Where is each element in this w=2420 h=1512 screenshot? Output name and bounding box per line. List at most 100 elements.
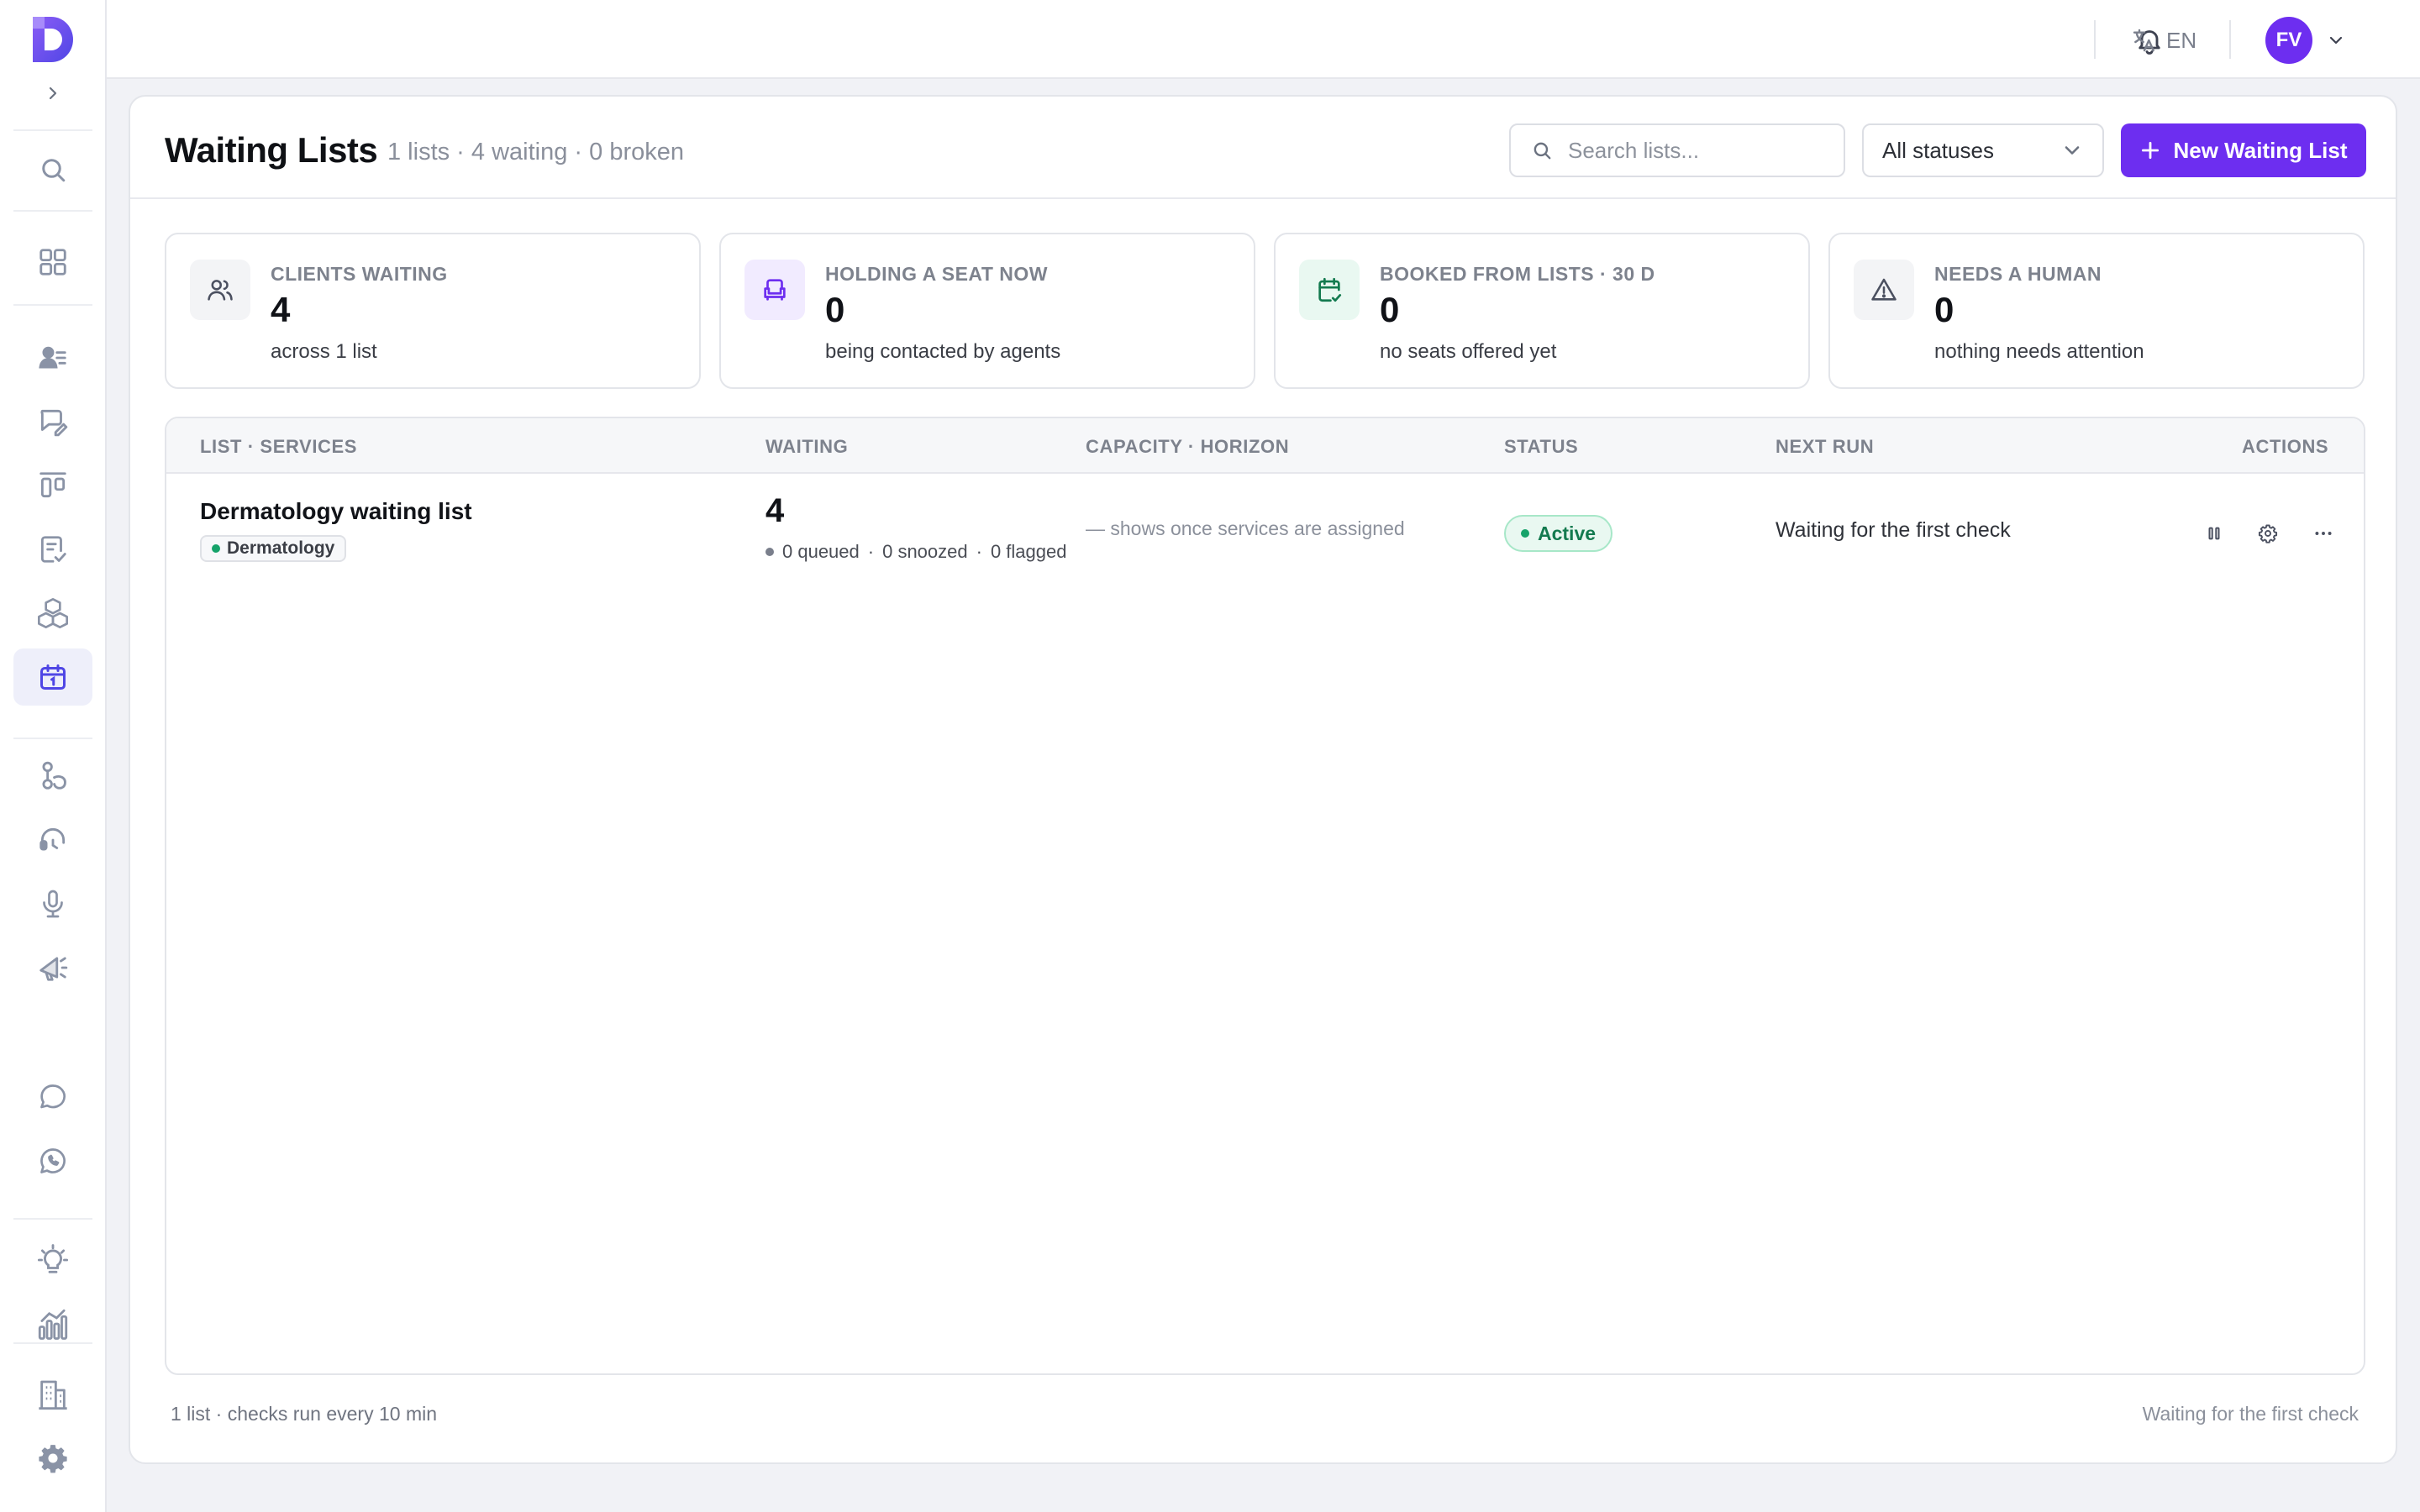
gear-icon: [2258, 524, 2278, 543]
column-header-status[interactable]: STATUS: [1504, 436, 1578, 458]
column-header-next-run[interactable]: NEXT RUN: [1776, 436, 1874, 458]
new-waiting-list-label: New Waiting List: [2173, 137, 2348, 163]
column-header-actions: ACTIONS: [2242, 436, 2329, 457]
footer-summary: 1 list · checks run every 10 min: [171, 1403, 438, 1425]
search-icon: [42, 159, 66, 182]
new-waiting-list-button[interactable]: New Waiting List: [2121, 123, 2366, 177]
next-run: Waiting for the first check: [1776, 518, 2011, 542]
sidebar-item-dashboard[interactable]: [13, 234, 92, 291]
sidebar-divider: [13, 210, 92, 212]
stat-value: 4: [271, 290, 291, 329]
top-bar: [107, 0, 2420, 79]
status-filter-value: All statuses: [1882, 137, 1994, 163]
sidebar-item-voice[interactable]: [13, 875, 92, 932]
avatar[interactable]: FV: [2265, 17, 2312, 64]
stat-label: CLIENTS WAITING: [271, 263, 448, 285]
stat-card-needs-human: NEEDS A HUMAN 0 nothing needs attention: [1828, 233, 2365, 389]
sidebar-divider: [13, 1342, 92, 1344]
stat-value: 0: [1934, 290, 1954, 329]
sidebar-item-support[interactable]: [13, 811, 92, 869]
sidebar-divider: [13, 129, 92, 131]
megaphone-icon: [39, 957, 68, 981]
sidebar-item-board[interactable]: [13, 457, 92, 514]
flagged-count: 0 flagged: [990, 541, 1067, 562]
search-box[interactable]: [1509, 123, 1845, 177]
message-icon: [40, 1084, 66, 1109]
search-icon: [1534, 142, 1551, 160]
page-header: Waiting Lists 1 lists · 4 waiting · 0 br…: [130, 97, 2396, 199]
waiting-lists-table: LIST · SERVICES WAITING CAPACITY · HORIZ…: [165, 417, 2365, 1375]
separator: ·: [867, 541, 875, 562]
boxes-icon: [38, 598, 68, 628]
queued-count: 0 queued: [782, 541, 860, 562]
calendar-check-icon: [1299, 260, 1360, 320]
translate-icon: [2133, 29, 2154, 52]
pause-button[interactable]: [2200, 519, 2228, 548]
sidebar-item-whatsapp[interactable]: [13, 1132, 92, 1189]
waiting-lists-panel: Waiting Lists 1 lists · 4 waiting · 0 br…: [129, 95, 2397, 1464]
queue-dot: [765, 548, 774, 556]
more-horizontal-icon: [2315, 532, 2332, 535]
settings-button[interactable]: [2254, 519, 2282, 548]
warning-icon: [1854, 260, 1914, 320]
capacity-horizon: — shows once services are assigned: [1086, 517, 1405, 539]
users-icon: [190, 260, 250, 320]
page-title: Waiting Lists: [165, 130, 378, 170]
analytics-icon: [38, 1309, 68, 1340]
expand-sidebar-button[interactable]: [40, 81, 66, 106]
stat-card-clients-waiting: CLIENTS WAITING 4 across 1 list: [165, 233, 701, 389]
sidebar: [0, 0, 107, 1512]
headset-icon: [39, 827, 66, 851]
sidebar-item-waiting-lists[interactable]: [13, 648, 92, 706]
stat-card-holding-seat: HOLDING A SEAT NOW 0 being contacted by …: [719, 233, 1255, 389]
column-header-list-services[interactable]: LIST · SERVICES: [200, 436, 357, 458]
stat-note: being contacted by agents: [825, 340, 1061, 363]
contacts-icon: [39, 346, 66, 369]
separator: ·: [976, 541, 982, 562]
status-label: Active: [1538, 522, 1597, 544]
column-header-waiting[interactable]: WAITING: [765, 436, 848, 458]
service-dot: [212, 544, 220, 553]
sidebar-divider: [13, 1218, 92, 1220]
sidebar-item-settings[interactable]: [13, 1430, 92, 1487]
calendar-icon: [40, 664, 66, 690]
topbar-divider: [2094, 20, 2096, 59]
sidebar-item-messages[interactable]: [13, 1068, 92, 1126]
sidebar-divider: [13, 738, 92, 739]
waiting-breakdown: 0 queued · 0 snoozed · 0 flagged: [765, 541, 1066, 563]
armchair-icon: [744, 260, 805, 320]
sidebar-item-flows[interactable]: [13, 748, 92, 805]
more-actions-button[interactable]: [2309, 519, 2338, 548]
chevron-down-icon: [2065, 146, 2080, 155]
whatsapp-icon: [40, 1148, 66, 1173]
chat-edit-icon: [40, 409, 68, 437]
app-logo[interactable]: [28, 13, 78, 66]
list-name[interactable]: Dermatology waiting list: [200, 498, 472, 525]
search-input[interactable]: [1568, 137, 1820, 164]
sidebar-item-tasks[interactable]: [13, 521, 92, 578]
column-header-capacity-horizon[interactable]: CAPACITY · HORIZON: [1086, 436, 1289, 458]
sidebar-item-conversations[interactable]: [13, 393, 92, 450]
sidebar-divider: [13, 304, 92, 306]
footer-status: Waiting for the first check: [2142, 1403, 2359, 1425]
grid-icon: [39, 249, 66, 276]
board-icon: [39, 472, 66, 498]
stat-value: 0: [1380, 290, 1400, 329]
sidebar-item-inventory[interactable]: [13, 585, 92, 642]
language-switcher[interactable]: EN: [2131, 24, 2196, 57]
waiting-count: 4: [765, 492, 785, 529]
sidebar-item-search[interactable]: [13, 141, 92, 198]
stat-note: nothing needs attention: [1934, 340, 2144, 363]
sidebar-item-company[interactable]: [13, 1366, 92, 1423]
page-summary: 1 lists · 4 waiting · 0 broken: [387, 139, 684, 165]
sidebar-item-contacts[interactable]: [13, 329, 92, 386]
language-label: EN: [2166, 27, 2197, 53]
status-dot: [1521, 529, 1529, 538]
topbar-divider: [2229, 20, 2231, 59]
account-menu-button[interactable]: [2324, 29, 2348, 52]
pause-icon: [2208, 527, 2220, 540]
status-filter-select[interactable]: All statuses: [1862, 123, 2104, 177]
sidebar-item-insights[interactable]: [13, 1231, 92, 1289]
sidebar-item-campaigns[interactable]: [13, 939, 92, 996]
microphone-icon: [43, 890, 63, 918]
